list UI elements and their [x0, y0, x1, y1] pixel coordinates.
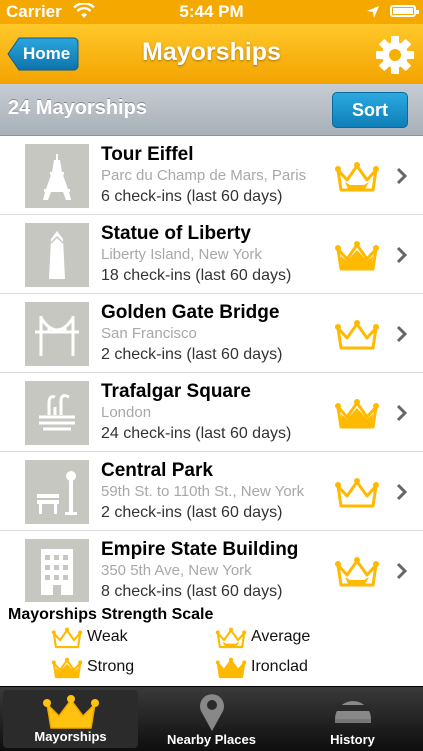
crown-average-icon: [335, 557, 379, 587]
list-item[interactable]: Central Park 59th St. to 110th St., New …: [0, 452, 423, 531]
park-bench-icon: [25, 460, 89, 524]
settings-gear-icon[interactable]: [374, 34, 416, 76]
crown-strong-icon: [335, 399, 379, 429]
mayorship-list: Tour Eiffel Parc du Champ de Mars, Paris…: [0, 136, 423, 602]
tab-label: History: [330, 732, 375, 747]
crown-average-icon: [335, 162, 379, 192]
chevron-right-icon: [396, 167, 408, 185]
status-bar: Carrier 5:44 PM: [0, 0, 423, 24]
chevron-right-icon: [396, 562, 408, 580]
checkin-count: 8 check-ins (last 60 days): [101, 583, 283, 600]
crown-strong-icon: [335, 241, 379, 271]
checkin-count: 2 check-ins (last 60 days): [101, 346, 283, 363]
building-icon: [25, 539, 89, 602]
strength-scale-legend: Mayorships Strength Scale Weak Average S…: [0, 604, 423, 686]
fountain-icon: [25, 381, 89, 445]
place-name: Trafalgar Square: [101, 381, 251, 402]
sort-button[interactable]: Sort: [332, 92, 408, 128]
mayorship-count: 24 Mayorships: [8, 97, 147, 119]
place-address: 350 5th Ave, New York: [101, 562, 252, 579]
place-name: Tour Eiffel: [101, 144, 194, 165]
tab-mayorships[interactable]: Mayorships: [3, 690, 138, 748]
list-item[interactable]: Trafalgar Square London 24 check-ins (la…: [0, 373, 423, 452]
bridge-icon: [25, 302, 89, 366]
checkin-count: 2 check-ins (last 60 days): [101, 504, 283, 521]
tab-label: Nearby Places: [167, 732, 256, 747]
place-address: Liberty Island, New York: [101, 246, 262, 263]
place-name: Empire State Building: [101, 539, 299, 560]
scale-label: Weak: [87, 628, 128, 645]
tab-bar: Mayorships Nearby Places History: [0, 686, 423, 751]
navigation-bar: Home Mayorships: [0, 24, 423, 84]
place-name: Golden Gate Bridge: [101, 302, 280, 323]
place-name: Central Park: [101, 460, 213, 481]
crown-strong-icon: [51, 657, 83, 679]
checkin-count: 18 check-ins (last 60 days): [101, 267, 292, 284]
place-address: 59th St. to 110th St., New York: [101, 483, 305, 500]
chevron-right-icon: [396, 404, 408, 422]
crown-weak-icon: [51, 627, 83, 649]
crown-average-icon: [215, 627, 247, 649]
tab-label: Mayorships: [34, 729, 107, 744]
eiffel-tower-icon: [25, 144, 89, 208]
crown-ironclad-icon: [215, 657, 247, 679]
place-address: London: [101, 404, 152, 421]
status-time: 5:44 PM: [179, 2, 244, 21]
checkin-count: 6 check-ins (last 60 days): [101, 188, 283, 205]
scale-label: Ironclad: [251, 658, 308, 675]
place-name: Statue of Liberty: [101, 223, 251, 244]
list-item[interactable]: Tour Eiffel Parc du Champ de Mars, Paris…: [0, 136, 423, 215]
list-item[interactable]: Golden Gate Bridge San Francisco 2 check…: [0, 294, 423, 373]
scale-label: Strong: [87, 658, 135, 675]
chevron-right-icon: [396, 483, 408, 501]
list-item[interactable]: Statue of Liberty Liberty Island, New Yo…: [0, 215, 423, 294]
page-title: Mayorships: [142, 38, 281, 66]
place-address: Parc du Champ de Mars, Paris: [101, 167, 307, 184]
obelisk-icon: [25, 223, 89, 287]
place-address: San Francisco: [101, 325, 197, 342]
tab-nearby-places[interactable]: Nearby Places: [141, 687, 282, 751]
location-arrow-icon: [366, 4, 380, 24]
list-header: 24 Mayorships Sort: [0, 84, 423, 136]
scale-title: Mayorships Strength Scale: [8, 606, 214, 623]
list-item[interactable]: Empire State Building 350 5th Ave, New Y…: [0, 531, 423, 602]
chevron-right-icon: [396, 246, 408, 264]
map-pin-icon: [199, 694, 224, 731]
crown-weak-icon: [335, 320, 379, 350]
crown-icon: [42, 695, 99, 729]
scale-label: Average: [251, 628, 311, 645]
helmet-icon: [334, 701, 371, 723]
checkin-count: 24 check-ins (last 60 days): [101, 425, 292, 442]
battery-icon: [390, 5, 419, 17]
chevron-right-icon: [396, 325, 408, 343]
tab-history[interactable]: History: [282, 687, 423, 751]
crown-weak-icon: [335, 478, 379, 508]
